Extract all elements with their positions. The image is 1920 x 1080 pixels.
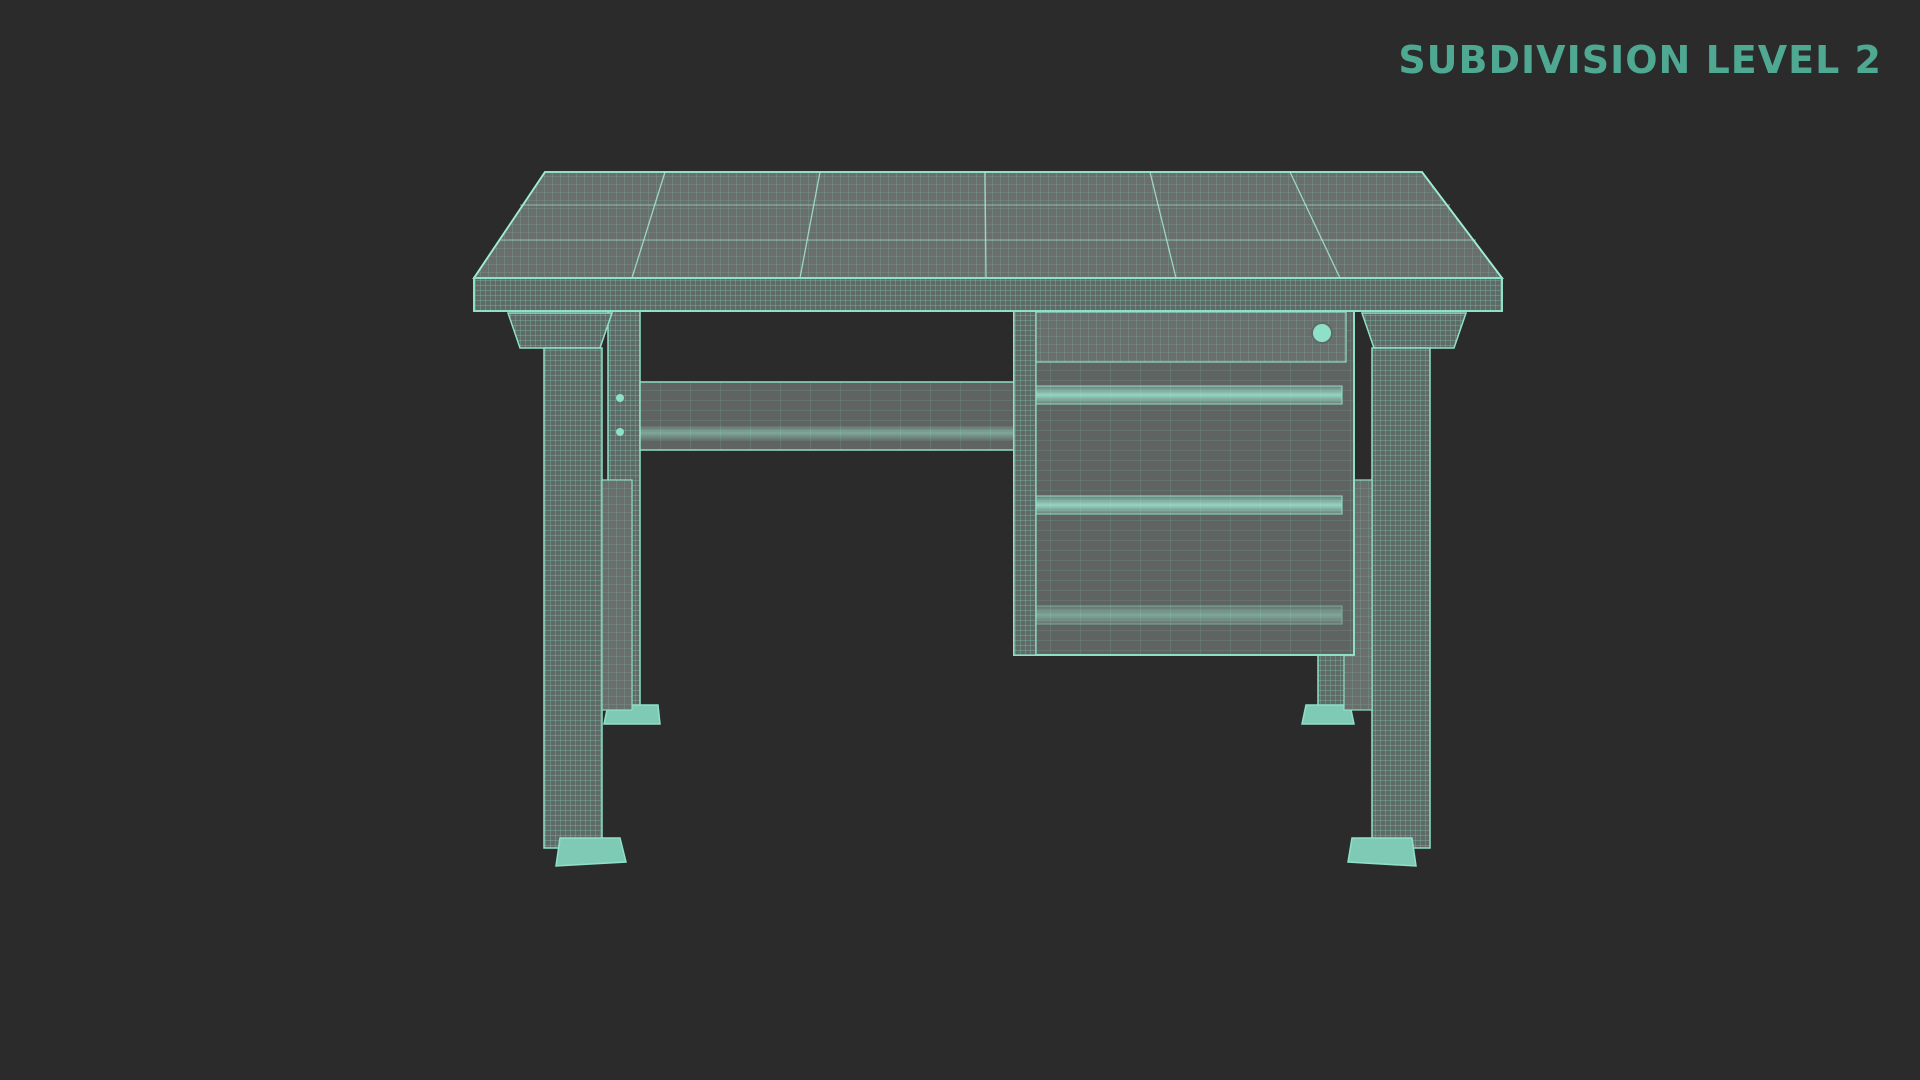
desk-wireframe-render: [472, 171, 1505, 867]
crossbar: [616, 381, 1019, 451]
desktop-top: [472, 171, 1505, 312]
keyhole-lock-icon: [1311, 322, 1333, 344]
drawer-cabinet: [1013, 309, 1355, 656]
front-right-leg: [1343, 312, 1468, 867]
viewport: SUBDIVISION LEVEL 2: [0, 0, 1920, 1080]
